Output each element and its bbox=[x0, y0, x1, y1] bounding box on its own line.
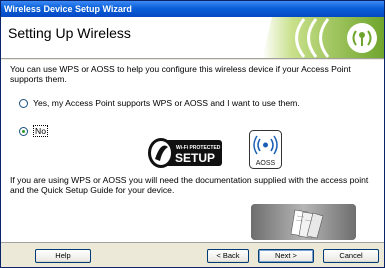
wizard-footer: Help < Back Next > Cancel bbox=[1, 243, 384, 267]
cancel-button[interactable]: Cancel bbox=[323, 249, 379, 263]
intro-text: You can use WPS or AOSS to help you conf… bbox=[10, 64, 351, 84]
documentation-illustration-icon bbox=[251, 204, 356, 240]
wps-logo-icon: Wi-Fi PROTECTED SETUP bbox=[148, 138, 222, 168]
next-button[interactable]: Next > bbox=[258, 249, 314, 263]
radio-yes[interactable] bbox=[19, 98, 28, 108]
window-title: Wireless Device Setup Wizard bbox=[4, 4, 132, 14]
option-no-label[interactable]: No bbox=[33, 125, 48, 137]
aoss-logo-text: AOSS bbox=[256, 160, 276, 167]
wizard-window: Wireless Device Setup Wizard Setting Up … bbox=[0, 0, 385, 268]
wizard-body: You can use WPS or AOSS to help you conf… bbox=[1, 60, 384, 242]
option-yes-label[interactable]: Yes, my Access Point supports WPS or AOS… bbox=[33, 98, 300, 108]
back-button[interactable]: < Back bbox=[207, 249, 249, 263]
option-no[interactable]: No bbox=[19, 125, 48, 137]
option-yes-wps[interactable]: Yes, my Access Point supports WPS or AOS… bbox=[19, 98, 300, 108]
radio-no[interactable] bbox=[19, 126, 28, 136]
title-bar[interactable]: Wireless Device Setup Wizard bbox=[1, 1, 384, 17]
page-title: Setting Up Wireless bbox=[8, 25, 131, 41]
documentation-note: If you are using WPS or AOSS you will ne… bbox=[10, 175, 369, 195]
aoss-logo-icon: AOSS bbox=[249, 130, 282, 169]
wps-logo-main-text: SETUP bbox=[175, 151, 215, 165]
help-button[interactable]: Help bbox=[35, 249, 91, 263]
wizard-header: Setting Up Wireless bbox=[1, 17, 384, 59]
wireless-banner-icon bbox=[262, 17, 384, 58]
